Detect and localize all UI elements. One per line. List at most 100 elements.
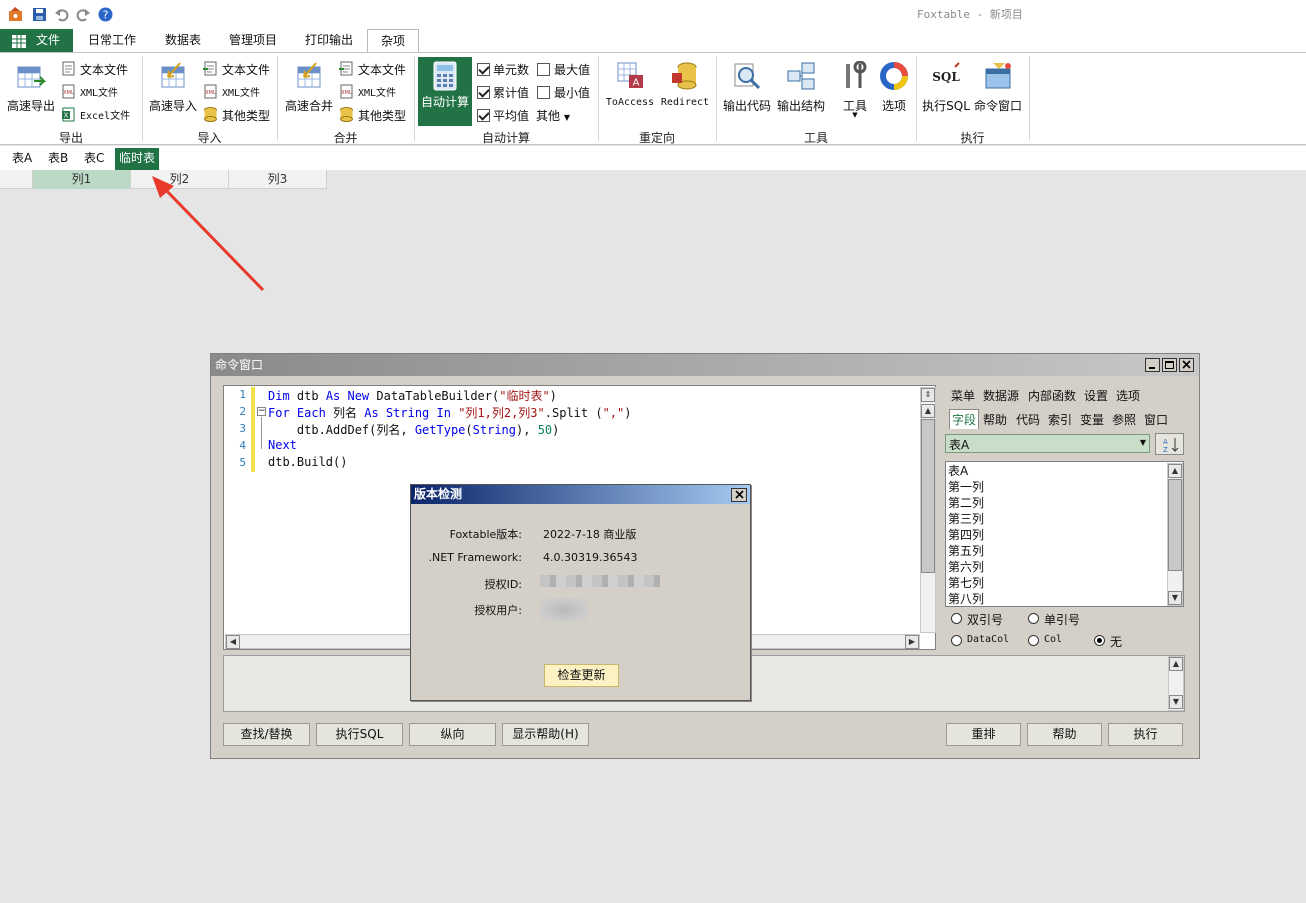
tab-window[interactable]: 窗口 xyxy=(1144,411,1168,428)
to-access-button[interactable]: A ToAccess xyxy=(603,61,657,113)
tab-daily-work[interactable]: 日常工作 xyxy=(80,29,144,52)
menu-item[interactable]: 数据源 xyxy=(983,387,1019,404)
list-item[interactable]: 第五列 xyxy=(948,542,984,559)
code-line-2[interactable]: For Each 列名 As String In "列1,列2,列3".Spli… xyxy=(268,404,631,421)
datacol-radio[interactable] xyxy=(951,635,962,646)
tab-code[interactable]: 代码 xyxy=(1016,411,1040,428)
cells-count-checkbox[interactable] xyxy=(477,63,490,76)
dialog-close-button[interactable] xyxy=(731,488,747,502)
list-item[interactable]: 第三列 xyxy=(948,510,984,527)
sheet-tab-c[interactable]: 表C xyxy=(80,148,108,170)
exec-sql-button[interactable]: SQL 执行SQL xyxy=(921,61,971,113)
auto-calc-button[interactable]: 自动计算 xyxy=(418,57,472,126)
scroll-up-arrow-icon[interactable]: ▲ xyxy=(1168,464,1182,478)
import-xml-file-button[interactable]: XML XML文件 xyxy=(203,83,275,101)
help-icon[interactable]: ? xyxy=(98,7,113,22)
minimize-button[interactable] xyxy=(1145,358,1160,372)
rearrange-button[interactable]: 重排 xyxy=(946,723,1021,746)
tab-manage-project[interactable]: 管理项目 xyxy=(220,29,286,52)
tab-index[interactable]: 索引 xyxy=(1048,411,1072,428)
redirect-button[interactable]: Redirect xyxy=(658,61,712,113)
menu-item[interactable]: 内部函数 xyxy=(1028,387,1076,404)
tab-help[interactable]: 帮助 xyxy=(983,411,1007,428)
list-item[interactable]: 第七列 xyxy=(948,574,984,591)
vertical-button[interactable]: 纵向 xyxy=(409,723,496,746)
list-item[interactable]: 第八列 xyxy=(948,590,984,607)
none-radio[interactable] xyxy=(1094,635,1105,646)
close-button[interactable] xyxy=(1179,358,1194,372)
code-line-4[interactable]: Next xyxy=(268,438,297,452)
menu-item[interactable]: 选项 xyxy=(1116,387,1140,404)
export-xml-file-button[interactable]: XML XML文件 xyxy=(61,83,141,101)
scroll-down-arrow-icon[interactable]: ▼ xyxy=(1169,695,1183,709)
scroll-thumb[interactable] xyxy=(1168,479,1182,571)
other-dropdown[interactable]: 其他 ▼ xyxy=(536,107,570,124)
table-select[interactable]: 表A ▼ xyxy=(945,434,1150,453)
sheet-tab-b[interactable]: 表B xyxy=(44,148,72,170)
sheet-tab-temp[interactable]: 临时表 xyxy=(115,148,160,170)
scroll-down-arrow-icon[interactable]: ▼ xyxy=(1168,591,1182,605)
col-radio[interactable] xyxy=(1028,635,1039,646)
app-icon[interactable] xyxy=(8,7,23,22)
export-excel-file-button[interactable]: X Excel文件 xyxy=(61,106,141,124)
undo-icon[interactable] xyxy=(54,7,69,22)
import-text-file-button[interactable]: 文本文件 xyxy=(203,60,275,78)
export-structure-button[interactable]: 输出结构 xyxy=(774,61,828,113)
save-icon[interactable] xyxy=(32,7,47,22)
cumulative-checkbox[interactable] xyxy=(477,86,490,99)
maximize-button[interactable] xyxy=(1162,358,1177,372)
scroll-right-arrow-icon[interactable]: ▶ xyxy=(905,635,919,649)
sheet-tab-a[interactable]: 表A xyxy=(8,148,36,170)
tab-misc[interactable]: 杂项 xyxy=(367,29,419,53)
merge-xml-file-button[interactable]: XML XML文件 xyxy=(339,83,411,101)
show-help-button[interactable]: 显示帮助(H) xyxy=(502,723,589,746)
tab-variables[interactable]: 变量 xyxy=(1080,411,1104,428)
code-line-5[interactable]: dtb.Build() xyxy=(268,455,347,469)
import-other-types-button[interactable]: 其他类型 xyxy=(203,106,275,124)
row-header-corner[interactable] xyxy=(0,170,33,189)
fast-merge-button[interactable]: 高速合并 xyxy=(282,61,336,113)
list-item[interactable]: 第六列 xyxy=(948,558,984,575)
help-button[interactable]: 帮助 xyxy=(1027,723,1102,746)
list-item[interactable]: 第一列 xyxy=(948,478,984,495)
redo-icon[interactable] xyxy=(76,7,91,22)
double-quote-radio[interactable] xyxy=(951,613,962,624)
run-button[interactable]: 执行 xyxy=(1108,723,1183,746)
export-code-button[interactable]: 输出代码 xyxy=(720,61,774,113)
min-value-checkbox[interactable] xyxy=(537,86,550,99)
tools-dropdown-button[interactable]: 工具 ▼ xyxy=(834,60,876,121)
tab-data-table[interactable]: 数据表 xyxy=(154,29,212,52)
menu-item[interactable]: 菜单 xyxy=(951,387,975,404)
exec-sql-bottom-button[interactable]: 执行SQL xyxy=(316,723,403,746)
options-button[interactable]: 选项 xyxy=(876,61,912,113)
merge-text-file-button[interactable]: 文本文件 xyxy=(339,60,411,78)
single-quote-radio[interactable] xyxy=(1028,613,1039,624)
scroll-left-arrow-icon[interactable]: ◀ xyxy=(226,635,240,649)
fast-export-button[interactable]: 高速导出 xyxy=(4,61,58,113)
list-item[interactable]: 第二列 xyxy=(948,494,984,511)
collapse-toggle[interactable]: − xyxy=(257,407,266,416)
tab-print-output[interactable]: 打印输出 xyxy=(296,29,362,52)
command-window-button[interactable]: 命令窗口 xyxy=(971,61,1025,113)
check-update-button[interactable]: 检查更新 xyxy=(544,664,619,687)
scroll-thumb[interactable] xyxy=(921,419,935,573)
code-line-1[interactable]: Dim dtb As New DataTableBuilder("临时表") xyxy=(268,387,557,404)
menu-item[interactable]: 设置 xyxy=(1084,387,1108,404)
scroll-up-arrow-icon[interactable]: ▲ xyxy=(921,404,935,418)
tab-file[interactable]: 文件 xyxy=(0,29,73,52)
max-value-checkbox[interactable] xyxy=(537,63,550,76)
column-header[interactable]: 列1 xyxy=(33,170,131,189)
tab-fields[interactable]: 字段 xyxy=(949,409,980,429)
list-item[interactable]: 第四列 xyxy=(948,526,984,543)
export-text-file-button[interactable]: 文本文件 xyxy=(61,60,141,78)
fast-import-button[interactable]: 高速导入 xyxy=(146,61,200,113)
merge-other-types-button[interactable]: 其他类型 xyxy=(339,106,411,124)
average-checkbox[interactable] xyxy=(477,109,490,122)
find-replace-button[interactable]: 查找/替换 xyxy=(223,723,310,746)
sort-az-button[interactable]: AZ xyxy=(1155,433,1184,455)
list-item[interactable]: 表A xyxy=(948,462,968,479)
code-line-3[interactable]: dtb.AddDef(列名, GetType(String), 50) xyxy=(268,421,559,438)
split-handle-icon[interactable]: ⇕ xyxy=(921,388,935,402)
scroll-up-arrow-icon[interactable]: ▲ xyxy=(1169,657,1183,671)
tab-reference[interactable]: 参照 xyxy=(1112,411,1136,428)
